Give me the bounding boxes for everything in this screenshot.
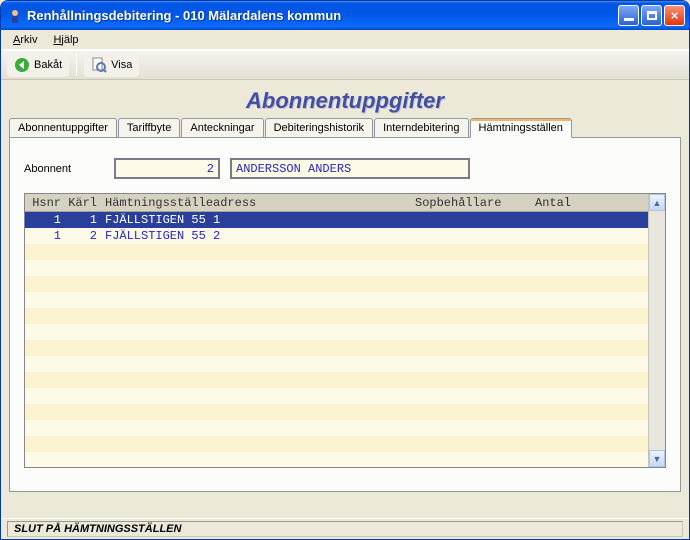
scroll-down-button[interactable]: ▼ xyxy=(649,450,665,467)
back-icon xyxy=(14,57,30,73)
table-row[interactable]: 12FJÄLLSTIGEN 55 2 xyxy=(25,228,648,244)
table-row-empty xyxy=(25,260,648,276)
back-label: Bakåt xyxy=(34,59,62,71)
menu-arkiv[interactable]: Arkiv xyxy=(5,32,45,48)
table-row-empty xyxy=(25,452,648,467)
content-area: Abonnentuppgifter AbonnentuppgifterTarif… xyxy=(1,80,689,518)
table-row-empty xyxy=(25,420,648,436)
page-title: Abonnentuppgifter xyxy=(9,88,681,114)
window-title: Renhållningsdebitering - 010 Mälardalens… xyxy=(27,8,618,23)
col-antal: Antal xyxy=(531,196,591,210)
table-row-empty xyxy=(25,276,648,292)
table-row[interactable]: 11FJÄLLSTIGEN 55 1 xyxy=(25,212,648,228)
statusbar: SLUT PÅ HÄMTNINGSSTÄLLEN xyxy=(1,518,689,539)
table-row-empty xyxy=(25,404,648,420)
table-row-empty xyxy=(25,340,648,356)
tab-hamtningsstallen: Abonnent Hsnr Kärl Hämtningsställeadress… xyxy=(9,137,681,492)
table-row-empty xyxy=(25,292,648,308)
preview-icon xyxy=(91,57,107,73)
close-button[interactable]: × xyxy=(664,5,685,26)
scroll-up-button[interactable]: ▲ xyxy=(649,194,665,211)
table-row-empty xyxy=(25,388,648,404)
hamtningsstallen-grid: Hsnr Kärl Hämtningsställeadress Sopbehål… xyxy=(24,193,666,468)
col-addr: Hämtningsställeadress xyxy=(101,196,411,210)
titlebar: Renhållningsdebitering - 010 Mälardalens… xyxy=(1,1,689,30)
scroll-track[interactable] xyxy=(649,211,665,450)
tab-tariffbyte[interactable]: Tariffbyte xyxy=(118,118,180,137)
abonnent-label: Abonnent xyxy=(24,163,104,175)
table-row-empty xyxy=(25,372,648,388)
tabstrip: AbonnentuppgifterTariffbyteAnteckningarD… xyxy=(9,118,681,137)
toolbar-separator xyxy=(76,54,77,76)
table-row-empty xyxy=(25,244,648,260)
col-sopb: Sopbehållare xyxy=(411,196,531,210)
tab-interndebitering[interactable]: Interndebitering xyxy=(374,118,468,137)
col-hsnr: Hsnr xyxy=(25,196,65,210)
table-row-empty xyxy=(25,308,648,324)
grid-header: Hsnr Kärl Hämtningsställeadress Sopbehål… xyxy=(25,194,648,212)
abonnent-id-field[interactable] xyxy=(114,158,220,179)
show-label: Visa xyxy=(111,59,132,71)
toolbar: Bakåt Visa xyxy=(1,50,689,80)
grid-scrollbar[interactable]: ▲ ▼ xyxy=(648,194,665,467)
tab-abonnentuppgifter[interactable]: Abonnentuppgifter xyxy=(9,118,117,137)
table-row-empty xyxy=(25,356,648,372)
maximize-button[interactable] xyxy=(641,5,662,26)
abonnent-name-field[interactable] xyxy=(230,158,470,179)
menu-hjalp[interactable]: Hjälp xyxy=(45,32,86,48)
table-row-empty xyxy=(25,324,648,340)
minimize-button[interactable] xyxy=(618,5,639,26)
col-karl: Kärl xyxy=(65,196,101,210)
tab-hämtningsställen[interactable]: Hämtningsställen xyxy=(470,118,572,138)
back-button[interactable]: Bakåt xyxy=(7,53,69,77)
app-icon xyxy=(7,8,23,24)
menubar: Arkiv Hjälp xyxy=(1,30,689,50)
table-row-empty xyxy=(25,436,648,452)
show-button[interactable]: Visa xyxy=(84,53,139,77)
status-text: SLUT PÅ HÄMTNINGSSTÄLLEN xyxy=(7,521,683,537)
tab-anteckningar[interactable]: Anteckningar xyxy=(181,118,263,137)
tab-debiteringshistorik[interactable]: Debiteringshistorik xyxy=(265,118,373,137)
